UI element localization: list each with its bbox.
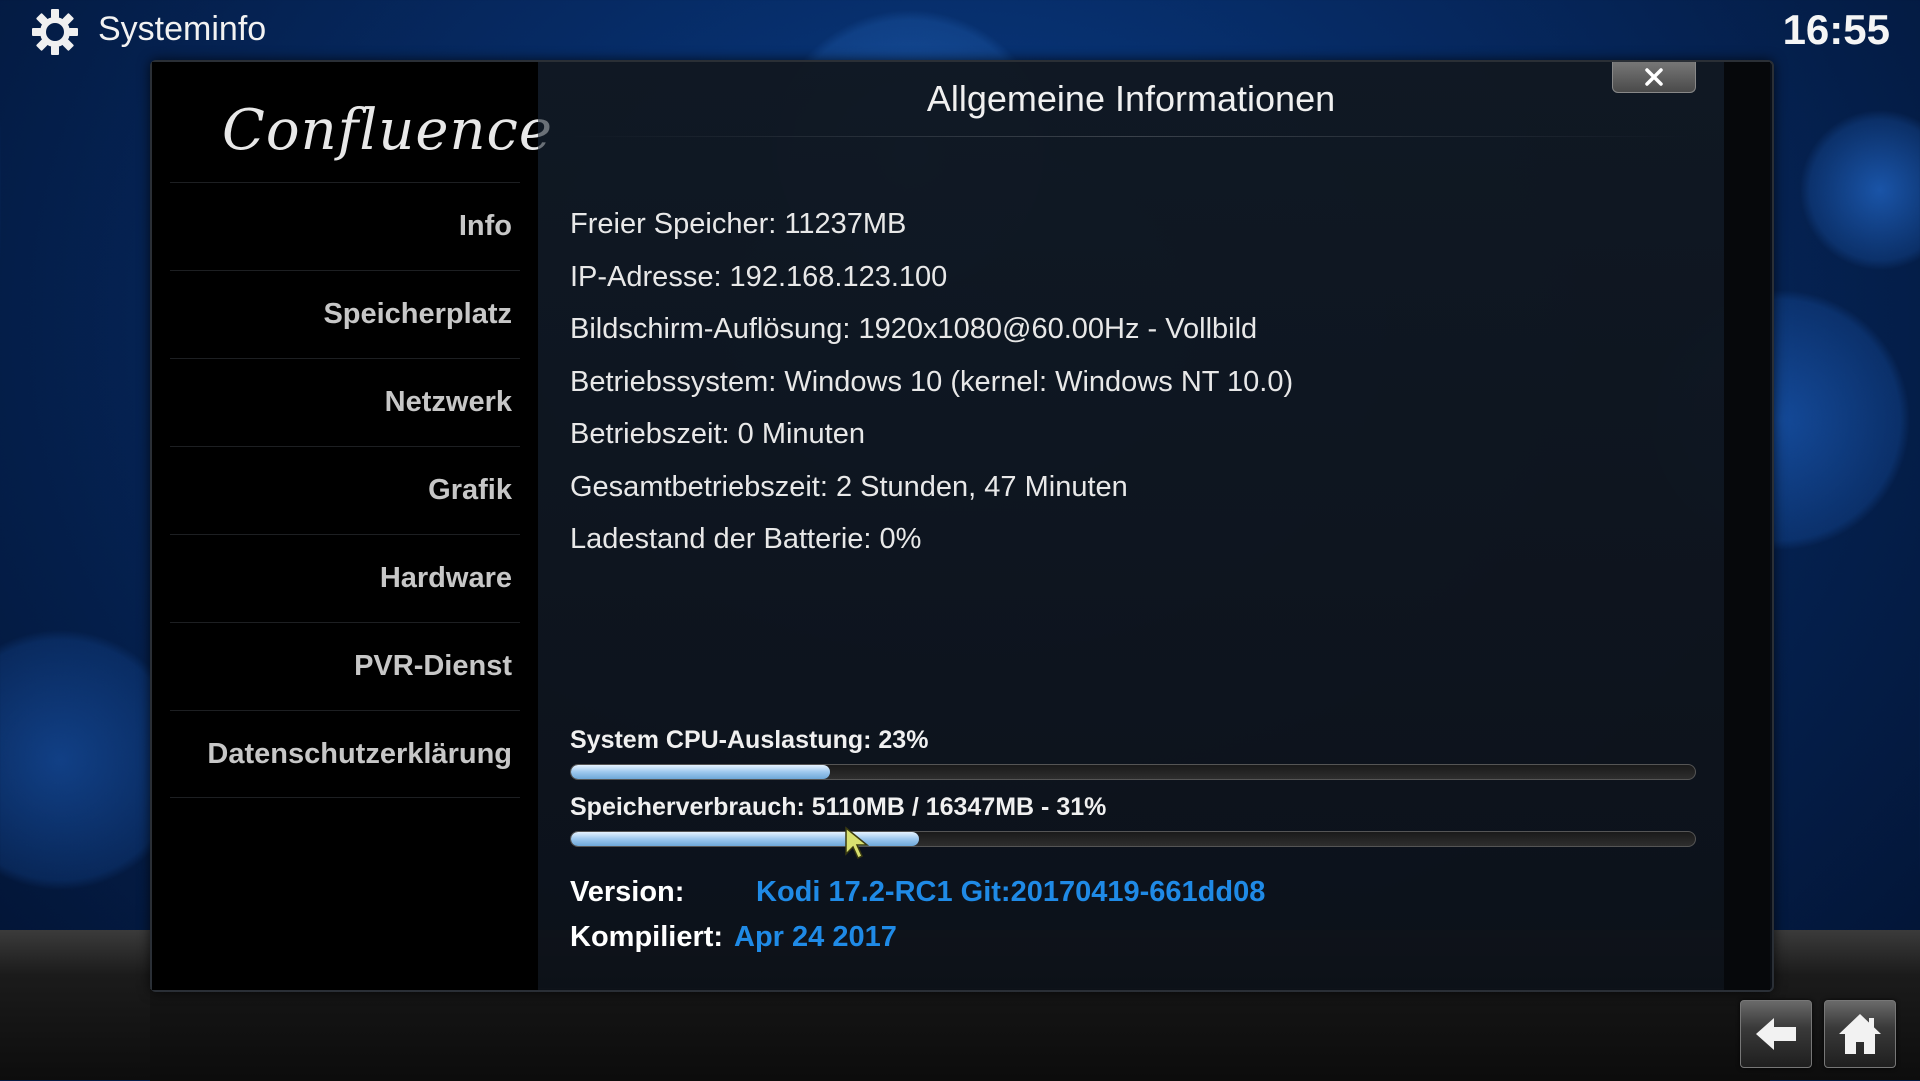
confluence-logo: Confluence: [222, 98, 554, 163]
info-battery-level: Ladestand der Batterie: 0%: [570, 523, 922, 555]
info-ip-address: IP-Adresse: 192.168.123.100: [570, 260, 948, 293]
back-arrow-icon: [1756, 1018, 1796, 1050]
compiled-value: Apr 24 2017: [734, 921, 897, 953]
gear-icon: [30, 8, 80, 56]
sidebar-item-privacy[interactable]: Datenschutzerklärung: [170, 710, 520, 798]
title-divider: [568, 136, 1694, 137]
clock: 16:55: [1782, 6, 1890, 53]
memory-usage-label: Speicherverbrauch: 5110MB / 16347MB - 31…: [570, 793, 1107, 821]
sidebar-item-pvr[interactable]: PVR-Dienst: [170, 622, 520, 710]
memory-usage-bar: [570, 831, 1696, 847]
info-uptime: Betriebszeit: 0 Minuten: [570, 418, 865, 450]
info-total-uptime: Gesamtbetriebszeit: 2 Stunden, 47 Minute…: [570, 470, 1128, 503]
mouse-cursor-icon: [844, 826, 870, 865]
close-icon: [1645, 68, 1663, 86]
system-info-dialog: Confluence Info Speicherplatz Netzwerk G…: [150, 60, 1774, 992]
sidebar-item-storage[interactable]: Speicherplatz: [170, 270, 520, 358]
content-panel: Allgemeine Informationen Freier Speicher…: [538, 62, 1724, 990]
info-screen-resolution: Bildschirm-Auflösung: 1920x1080@60.00Hz …: [570, 313, 1258, 345]
sidebar: Confluence Info Speicherplatz Netzwerk G…: [152, 62, 554, 990]
top-bar: Systeminfo 16:55: [0, 0, 1920, 64]
version-label: Version:: [570, 876, 685, 908]
bottom-panel: [150, 988, 1770, 1081]
version-value: Kodi 17.2-RC1 Git:20170419-661dd08: [756, 876, 1266, 908]
back-button[interactable]: [1740, 1000, 1812, 1068]
sidebar-item-info[interactable]: Info: [170, 182, 520, 270]
sidebar-item-hardware[interactable]: Hardware: [170, 534, 520, 622]
compiled-label: Kompiliert:: [570, 921, 724, 953]
cpu-usage-fill: [571, 765, 830, 779]
info-list: Freier Speicher: 11237MB IP-Adresse: 192…: [570, 198, 1293, 566]
sidebar-menu: Info Speicherplatz Netzwerk Grafik Hardw…: [170, 182, 520, 798]
home-button[interactable]: [1824, 1000, 1896, 1068]
sidebar-item-network[interactable]: Netzwerk: [170, 358, 520, 446]
cpu-usage-bar: [570, 764, 1696, 780]
cpu-usage-label: System CPU-Auslastung: 23%: [570, 726, 929, 754]
info-operating-system: Betriebssystem: Windows 10 (kernel: Wind…: [570, 365, 1294, 398]
dialog-title: Allgemeine Informationen: [926, 78, 1336, 119]
sidebar-item-graphics[interactable]: Grafik: [170, 446, 520, 534]
close-button[interactable]: [1612, 62, 1696, 93]
info-free-memory: Freier Speicher: 11237MB: [570, 208, 907, 240]
dialog-right-strip: [1724, 62, 1770, 990]
home-icon: [1839, 1014, 1881, 1054]
app-title: Systeminfo: [98, 10, 267, 48]
